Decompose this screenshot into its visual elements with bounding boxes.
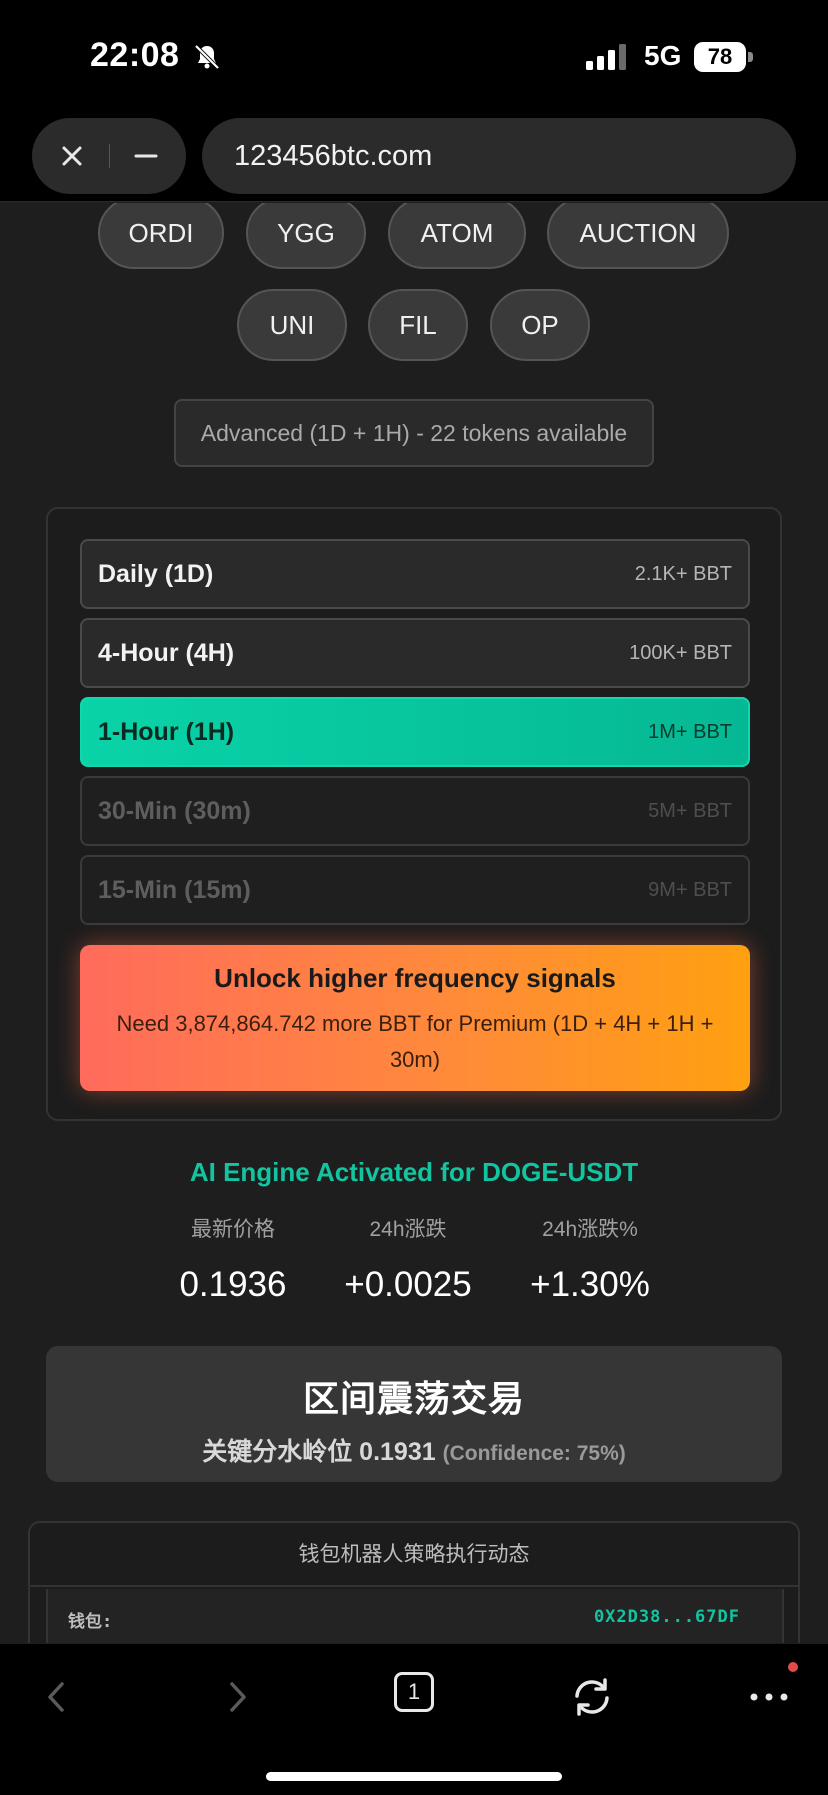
page-content: ORDI YGG ATOM AUCTION UNI FIL OP Advance… xyxy=(0,203,828,1643)
stat-value: 0.1936 xyxy=(179,1265,287,1304)
timeframe-option-4h[interactable]: 4-Hour (4H) 100K+ BBT xyxy=(80,618,750,688)
wallet-row: 钱包: 0X2D38...67DF xyxy=(46,1589,784,1643)
timeframe-requirement: 5M+ BBT xyxy=(648,800,732,822)
close-icon[interactable] xyxy=(54,138,90,174)
stat-label: 24h涨跌 xyxy=(369,1218,447,1241)
bell-muted-icon xyxy=(194,44,220,70)
bot-panel-title: 钱包机器人策略执行动态 xyxy=(30,1523,798,1587)
notification-dot xyxy=(788,1662,798,1672)
tier-label: Advanced (1D + 1H) - 22 tokens available xyxy=(174,399,654,467)
address-bar[interactable]: 123456btc.com xyxy=(202,118,796,194)
timeframe-requirement: 1M+ BBT xyxy=(648,721,732,743)
battery-level: 78 xyxy=(694,42,746,72)
timeframe-name: 1-Hour (1H) xyxy=(98,718,235,746)
timeframe-name: 4-Hour (4H) xyxy=(98,639,235,667)
back-icon[interactable] xyxy=(32,1672,82,1722)
timeframe-requirement: 100K+ BBT xyxy=(629,642,732,664)
signal-card: 区间震荡交易 关键分水岭位 0.1931 (Confidence: 75%) xyxy=(46,1346,782,1482)
timeframe-option-15m: 15-Min (15m) 9M+ BBT xyxy=(80,855,750,925)
timeframe-option-30m: 30-Min (30m) 5M+ BBT xyxy=(80,776,750,846)
timeframe-name: 15-Min (15m) xyxy=(98,876,251,904)
token-chip-uni[interactable]: UNI xyxy=(237,289,347,361)
cellular-signal-icon xyxy=(586,44,626,70)
refresh-icon[interactable] xyxy=(567,1672,617,1722)
stat-label: 最新价格 xyxy=(191,1218,275,1241)
home-indicator xyxy=(266,1772,562,1781)
unlock-description: Need 3,874,864.742 more BBT for Premium … xyxy=(116,1011,714,1072)
unlock-banner[interactable]: Unlock higher frequency signals Need 3,8… xyxy=(80,945,750,1091)
confidence-text: (Confidence: 75%) xyxy=(442,1442,626,1465)
signal-title: 区间震荡交易 xyxy=(302,1378,525,1419)
stat-label: 24h涨跌% xyxy=(542,1218,638,1241)
wallet-label: 钱包: xyxy=(68,1612,113,1632)
timeframe-panel: Daily (1D) 2.1K+ BBT 4-Hour (4H) 100K+ B… xyxy=(46,507,782,1121)
signal-key-level: 关键分水岭位 0.1931 (Confidence: 75%) xyxy=(46,1432,782,1468)
token-chip-ordi[interactable]: ORDI xyxy=(98,203,224,269)
minimize-icon[interactable] xyxy=(128,138,164,174)
token-chip-fil[interactable]: FIL xyxy=(368,289,468,361)
unlock-title: Unlock higher frequency signals xyxy=(214,963,616,993)
battery-icon: 78 xyxy=(694,42,754,72)
timeframe-option-1d[interactable]: Daily (1D) 2.1K+ BBT xyxy=(80,539,750,609)
stat-24h-change-percent: 24h涨跌% +1.30% xyxy=(500,1213,680,1305)
timeframe-name: 30-Min (30m) xyxy=(98,797,251,825)
clock: 22:08 xyxy=(90,36,180,74)
key-level-value: 0.1931 xyxy=(359,1438,436,1466)
token-chip-op[interactable]: OP xyxy=(490,289,590,361)
browser-window-controls xyxy=(32,118,186,194)
key-level-label: 关键分水岭位 xyxy=(202,1438,353,1466)
token-chip-auction[interactable]: AUCTION xyxy=(547,203,729,269)
timeframe-option-1h[interactable]: 1-Hour (1H) 1M+ BBT xyxy=(80,697,750,767)
forward-icon[interactable] xyxy=(212,1672,262,1722)
bot-activity-panel: 钱包机器人策略执行动态 钱包: 0X2D38...67DF xyxy=(28,1521,800,1643)
stat-last-price: 最新价格 0.1936 xyxy=(143,1213,323,1305)
timeframe-requirement: 2.1K+ BBT xyxy=(634,563,732,585)
network-type: 5G xyxy=(644,40,682,71)
more-options-icon[interactable] xyxy=(744,1672,794,1722)
tabs-button[interactable]: 1 xyxy=(394,1672,434,1712)
browser-bar: 123456btc.com xyxy=(0,112,828,202)
wallet-address[interactable]: 0X2D38...67DF xyxy=(594,1607,740,1627)
engine-status-title: AI Engine Activated for DOGE-USDT xyxy=(189,1157,639,1187)
token-chip-atom[interactable]: ATOM xyxy=(388,203,526,269)
timeframe-requirement: 9M+ BBT xyxy=(648,879,732,901)
stat-value: +1.30% xyxy=(530,1265,650,1304)
status-bar: 22:08 5G 78 xyxy=(0,0,828,112)
token-chip-ygg[interactable]: YGG xyxy=(246,203,366,269)
stat-value: +0.0025 xyxy=(344,1265,472,1304)
stat-24h-change: 24h涨跌 +0.0025 xyxy=(318,1213,498,1305)
timeframe-name: Daily (1D) xyxy=(98,560,214,588)
